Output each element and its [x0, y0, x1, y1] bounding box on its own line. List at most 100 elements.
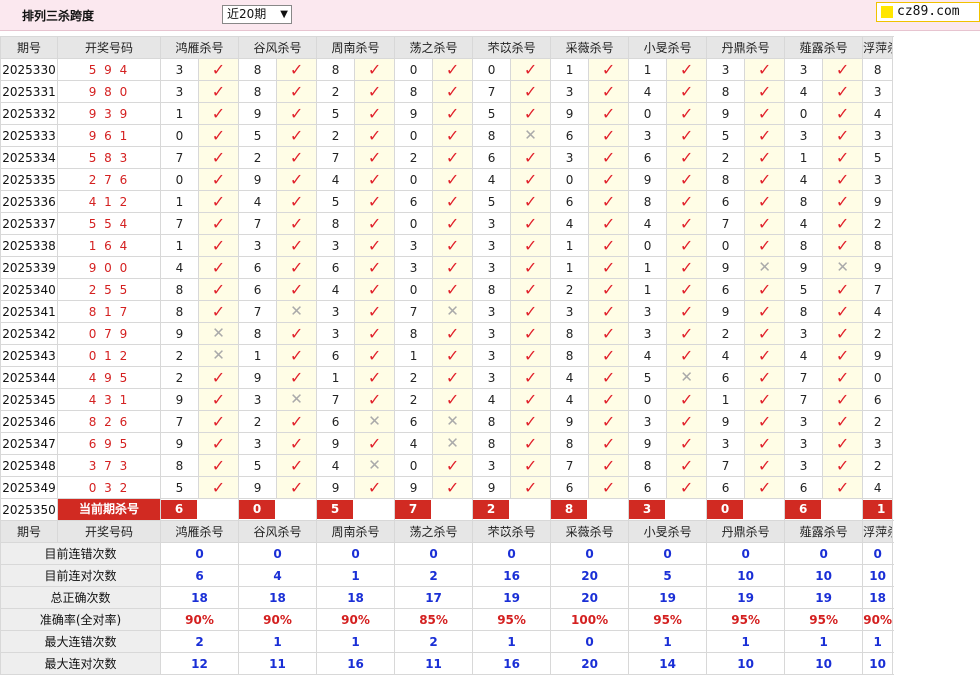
check-mark-icon: ✓: [211, 257, 226, 277]
check-icon: ✓: [744, 212, 786, 235]
check-mark-icon: ✓: [211, 411, 226, 431]
kill-number: 0: [394, 168, 434, 191]
draw-number: 0 7 9: [57, 322, 161, 345]
check-icon: ✓: [276, 454, 318, 477]
check-mark-icon: ✓: [757, 59, 772, 79]
kill-number: 7: [394, 300, 434, 323]
check-mark-icon: ✓: [211, 279, 226, 299]
stats-value: 0: [550, 630, 630, 653]
kill-number: 8: [316, 58, 356, 81]
column-header: 周南杀号: [316, 36, 396, 59]
check-icon: ✓: [510, 344, 552, 367]
kill-number: 4: [862, 476, 894, 499]
stats-value: 18: [316, 586, 396, 609]
kill-number: 6: [706, 278, 746, 301]
check-mark-icon: ✓: [679, 103, 694, 123]
page-title: 排列三杀跨度: [22, 9, 95, 23]
kill-number: 3: [316, 322, 356, 345]
current-kill-badge: 5: [317, 500, 354, 519]
draw-number: 2 7 6: [57, 168, 161, 191]
stats-value: 19: [628, 586, 708, 609]
check-icon: ✓: [666, 344, 708, 367]
check-icon: ✓: [588, 146, 630, 169]
kill-number: 1: [628, 278, 668, 301]
issue-number: 2025341: [0, 300, 58, 323]
check-mark-icon: ✓: [523, 455, 538, 475]
kill-number: 8: [160, 300, 199, 323]
check-mark-icon: ✓: [445, 235, 460, 255]
check-mark-icon: ✓: [367, 81, 382, 101]
check-mark-icon: ✓: [601, 169, 616, 189]
check-mark-icon: ✓: [289, 455, 304, 475]
issue-number: 2025346: [0, 410, 58, 433]
check-mark-icon: ✓: [211, 169, 226, 189]
check-mark-icon: ✓: [679, 411, 694, 431]
check-mark-icon: ✓: [289, 235, 304, 255]
check-icon: ✓: [354, 432, 396, 455]
check-icon: ✓: [276, 190, 318, 213]
check-mark-icon: ✓: [757, 433, 772, 453]
stats-value: 95%: [706, 608, 786, 631]
check-icon: ✓: [588, 80, 630, 103]
kill-number: 9: [706, 256, 746, 279]
cross-mark-icon: ✕: [368, 412, 381, 430]
period-select[interactable]: 近20期 ▼: [222, 5, 292, 24]
draw-number: 9 8 0: [57, 80, 161, 103]
check-icon: ✓: [744, 168, 786, 191]
issue-number: 2025331: [0, 80, 58, 103]
kill-number: 3: [862, 168, 894, 191]
kill-number: 2: [238, 146, 278, 169]
issue-number: 2025349: [0, 476, 58, 499]
issue-number: 2025337: [0, 212, 58, 235]
check-mark-icon: ✓: [445, 147, 460, 167]
kill-number: 3: [472, 256, 512, 279]
check-icon: ✓: [510, 58, 552, 81]
chevron-down-icon: ▼: [280, 9, 288, 20]
kill-number: 3: [472, 322, 512, 345]
cross-mark-icon: ✕: [446, 434, 459, 452]
kill-number: 0: [472, 58, 512, 81]
kill-number: 1: [550, 256, 590, 279]
kill-number: 3: [862, 124, 894, 147]
kill-number: 3: [628, 300, 668, 323]
check-icon: ✓: [432, 454, 474, 477]
stats-value: 90%: [862, 608, 894, 631]
check-mark-icon: ✓: [445, 367, 460, 387]
check-mark-icon: ✓: [835, 411, 850, 431]
check-icon: ✓: [744, 190, 786, 213]
check-icon: ✓: [510, 190, 552, 213]
check-icon: ✓: [744, 102, 786, 125]
kill-number: 7: [472, 80, 512, 103]
column-header: 期号: [0, 520, 58, 543]
check-icon: ✓: [432, 58, 474, 81]
kill-number: 9: [550, 410, 590, 433]
kill-number: 6: [862, 388, 894, 411]
check-icon: ✓: [276, 476, 318, 499]
check-mark-icon: ✓: [679, 323, 694, 343]
kill-number: 5: [316, 190, 356, 213]
check-mark-icon: ✓: [445, 125, 460, 145]
site-logo[interactable]: cz89.com: [876, 2, 980, 22]
kill-number: 5: [316, 102, 356, 125]
draw-number: 0 3 2: [57, 476, 161, 499]
check-mark-icon: ✓: [289, 125, 304, 145]
check-mark-icon: ✓: [367, 433, 382, 453]
check-mark-icon: ✓: [211, 59, 226, 79]
check-icon: ✓: [666, 454, 708, 477]
current-kill-number: 3: [628, 498, 708, 521]
table-row: 20253476 9 59✓3✓9✓4✕8✓8✓9✓3✓3✓3✓9: [0, 432, 894, 455]
kill-number: 9: [316, 432, 356, 455]
check-icon: ✓: [510, 322, 552, 345]
kill-number: 5: [472, 102, 512, 125]
check-mark-icon: ✓: [523, 235, 538, 255]
draw-number: 8 1 7: [57, 300, 161, 323]
kill-number: 8: [472, 410, 512, 433]
check-mark-icon: ✓: [679, 301, 694, 321]
draw-number: 9 3 9: [57, 102, 161, 125]
kill-number: 5: [472, 190, 512, 213]
kill-number: 4: [316, 168, 356, 191]
stats-label: 最大连错次数: [0, 630, 161, 653]
kill-number: 3: [784, 454, 824, 477]
check-icon: ✓: [432, 146, 474, 169]
check-mark-icon: ✓: [757, 477, 772, 497]
